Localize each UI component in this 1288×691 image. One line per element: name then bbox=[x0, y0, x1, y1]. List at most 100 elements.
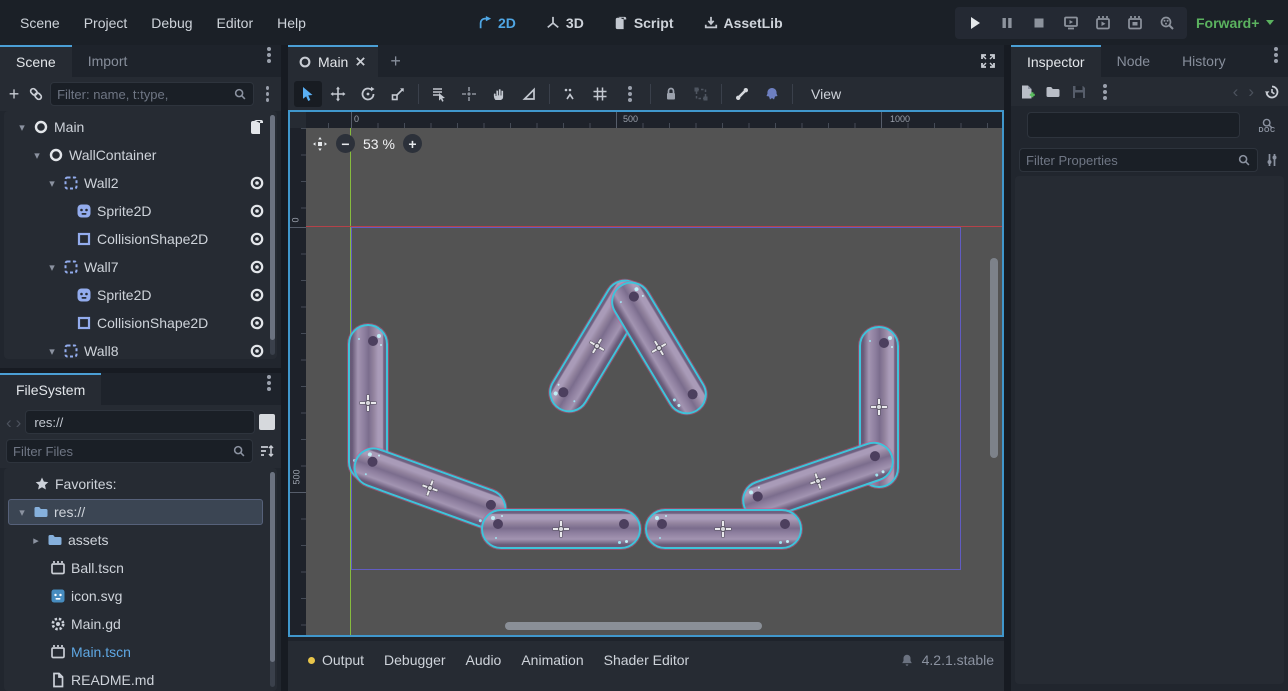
open-docs-button[interactable]: DOC bbox=[1254, 117, 1280, 134]
collapse-icon[interactable]: ▾ bbox=[16, 506, 28, 519]
tree-row-wall2[interactable]: ▾ Wall2 bbox=[4, 169, 277, 197]
file-sort-icon[interactable] bbox=[259, 443, 275, 459]
canvas-vertical-scrollbar[interactable] bbox=[990, 258, 998, 458]
scene-tab-main[interactable]: Main bbox=[288, 45, 378, 77]
canvas-viewport[interactable]: 0 500 1000 0 500 − 53 % + bbox=[288, 110, 1004, 637]
remote-debug-button[interactable] bbox=[1063, 15, 1079, 31]
file-row-assets[interactable]: ▸ assets bbox=[4, 526, 277, 554]
canvas-horizontal-scrollbar[interactable] bbox=[505, 622, 762, 630]
file-row-main-gd[interactable]: Main.gd bbox=[4, 610, 277, 638]
wall-capsule[interactable] bbox=[481, 509, 641, 549]
tab-inspector[interactable]: Inspector bbox=[1011, 45, 1101, 77]
tree-row-sprite2d[interactable]: Sprite2D bbox=[4, 197, 277, 225]
menu-help[interactable]: Help bbox=[265, 9, 318, 37]
stop-button[interactable] bbox=[1031, 15, 1047, 31]
history-back-icon[interactable]: ‹ bbox=[1233, 83, 1239, 100]
file-row-res-root[interactable]: ▾ res:// bbox=[4, 498, 277, 526]
save-resource-button[interactable] bbox=[1071, 84, 1087, 100]
nav-back-icon[interactable]: ‹ bbox=[6, 414, 12, 431]
menu-editor[interactable]: Editor bbox=[205, 9, 266, 37]
zoom-percent-label[interactable]: 53 % bbox=[363, 136, 395, 152]
expand-viewport-icon[interactable] bbox=[980, 53, 996, 69]
tab-node[interactable]: Node bbox=[1101, 45, 1166, 77]
visibility-eye-icon[interactable] bbox=[249, 175, 265, 191]
movie-maker-button[interactable] bbox=[1159, 15, 1175, 31]
filesystem-scrollbar[interactable] bbox=[270, 472, 275, 687]
tab-import[interactable]: Import bbox=[72, 45, 144, 77]
tree-row-collisionshape2d[interactable]: CollisionShape2D bbox=[4, 225, 277, 253]
current-path-field[interactable]: res:// bbox=[25, 410, 255, 434]
view-menu-button[interactable]: View bbox=[799, 83, 853, 105]
notification-bell-icon[interactable] bbox=[900, 653, 914, 667]
skeleton-options-button[interactable] bbox=[728, 81, 756, 107]
collapse-icon[interactable]: ▾ bbox=[46, 345, 58, 358]
resource-options-icon[interactable] bbox=[1103, 90, 1107, 94]
bottom-tab-audio[interactable]: Audio bbox=[456, 646, 512, 674]
pause-button[interactable] bbox=[999, 15, 1015, 31]
bottom-tab-shader-editor[interactable]: Shader Editor bbox=[594, 646, 700, 674]
tree-row-sprite2d[interactable]: Sprite2D bbox=[4, 281, 277, 309]
instance-scene-button[interactable] bbox=[28, 86, 44, 102]
tree-row-collisionshape2d[interactable]: CollisionShape2D bbox=[4, 309, 277, 337]
tree-row-main[interactable]: ▾ Main bbox=[4, 113, 277, 141]
new-resource-button[interactable] bbox=[1019, 84, 1035, 100]
scene-dock-menu-icon[interactable] bbox=[267, 53, 271, 57]
play-button[interactable] bbox=[967, 15, 983, 31]
menu-debug[interactable]: Debug bbox=[139, 9, 204, 37]
close-icon[interactable] bbox=[354, 55, 368, 69]
center-view-icon[interactable] bbox=[312, 136, 328, 152]
file-filter-input[interactable] bbox=[13, 444, 232, 459]
add-node-button[interactable]: + bbox=[6, 84, 22, 105]
tree-row-wall7[interactable]: ▾ Wall7 bbox=[4, 253, 277, 281]
filesystem-dock-menu-icon[interactable] bbox=[267, 381, 271, 385]
workspace-2d-button[interactable]: 2D bbox=[468, 10, 526, 36]
workspace-script-button[interactable]: Script bbox=[604, 10, 684, 36]
menu-scene[interactable]: Scene bbox=[8, 9, 72, 37]
file-row-main-tscn[interactable]: Main.tscn bbox=[4, 638, 277, 666]
file-row-ball-tscn[interactable]: Ball.tscn bbox=[4, 554, 277, 582]
tree-row-wall8[interactable]: ▾ Wall8 bbox=[4, 337, 277, 359]
load-resource-button[interactable] bbox=[1045, 84, 1061, 100]
snap-options-icon[interactable] bbox=[616, 81, 644, 107]
workspace-3d-button[interactable]: 3D bbox=[536, 10, 594, 36]
visibility-eye-icon[interactable] bbox=[249, 343, 265, 359]
tree-row-wallcontainer[interactable]: ▾ WallContainer bbox=[4, 141, 277, 169]
visibility-eye-icon[interactable] bbox=[249, 203, 265, 219]
file-row-icon-svg[interactable]: icon.svg bbox=[4, 582, 277, 610]
history-forward-icon[interactable]: › bbox=[1248, 83, 1254, 100]
override-camera-button[interactable] bbox=[758, 81, 786, 107]
renderer-selector[interactable]: Forward+ bbox=[1196, 0, 1274, 45]
rotate-mode-button[interactable] bbox=[354, 81, 382, 107]
zoom-in-button[interactable]: + bbox=[403, 134, 422, 153]
bottom-tab-output[interactable]: Output bbox=[298, 646, 374, 674]
new-scene-tab-button[interactable]: + bbox=[378, 45, 413, 77]
toggle-split-mode-button[interactable] bbox=[259, 414, 275, 430]
scene-tree-scrollbar[interactable] bbox=[270, 115, 275, 355]
inspector-dock-menu-icon[interactable] bbox=[1274, 53, 1278, 57]
scene-tree-options-icon[interactable] bbox=[266, 92, 269, 96]
select-mode-button[interactable] bbox=[294, 81, 322, 107]
property-filter-input[interactable] bbox=[1026, 153, 1237, 168]
pan-mode-button[interactable] bbox=[485, 81, 513, 107]
tab-scene[interactable]: Scene bbox=[0, 45, 72, 77]
property-tools-icon[interactable] bbox=[1264, 152, 1280, 168]
workspace-assetlib-button[interactable]: AssetLib bbox=[694, 10, 793, 36]
rotation-pivot-button[interactable] bbox=[455, 81, 483, 107]
file-row-favorites[interactable]: Favorites: bbox=[4, 470, 277, 498]
nav-forward-icon[interactable]: › bbox=[16, 414, 22, 431]
file-row-readme[interactable]: README.md bbox=[4, 666, 277, 691]
group-selected-button[interactable] bbox=[687, 81, 715, 107]
collapse-icon[interactable]: ▾ bbox=[46, 261, 58, 274]
scale-mode-button[interactable] bbox=[384, 81, 412, 107]
lock-selected-button[interactable] bbox=[657, 81, 685, 107]
object-history-button[interactable] bbox=[1264, 84, 1280, 100]
scene-filter-input[interactable] bbox=[57, 87, 233, 102]
visibility-eye-icon[interactable] bbox=[249, 315, 265, 331]
tab-filesystem[interactable]: FileSystem bbox=[0, 373, 101, 405]
smart-snap-button[interactable] bbox=[556, 81, 584, 107]
collapse-icon[interactable]: ▾ bbox=[46, 177, 58, 190]
script-attached-icon[interactable] bbox=[249, 119, 265, 135]
grid-snap-button[interactable] bbox=[586, 81, 614, 107]
visibility-eye-icon[interactable] bbox=[249, 231, 265, 247]
zoom-out-button[interactable]: − bbox=[336, 134, 355, 153]
